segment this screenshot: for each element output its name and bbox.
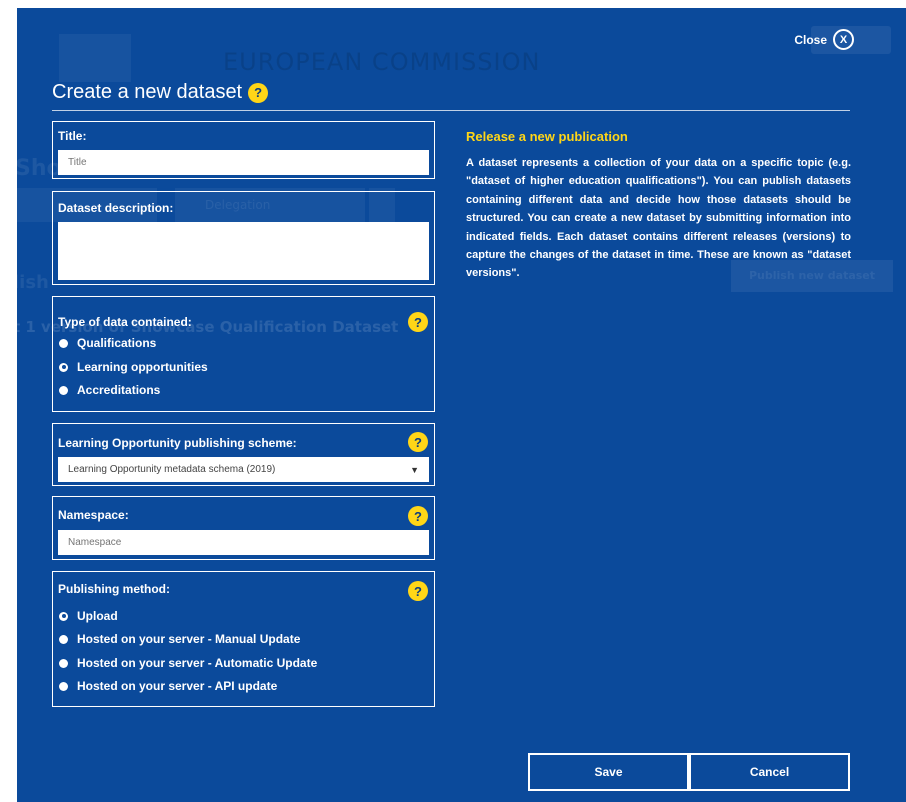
scheme-panel: Learning Opportunity publishing scheme: …: [52, 423, 435, 486]
radio-api-update[interactable]: Hosted on your server - API update: [59, 679, 277, 693]
close-icon[interactable]: X: [833, 29, 854, 50]
namespace-label: Namespace:: [58, 508, 129, 522]
title-label: Title:: [58, 129, 87, 143]
radio-button-selected[interactable]: [59, 362, 68, 372]
background-publish-heading: lish: [17, 272, 49, 293]
scheme-select[interactable]: Learning Opportunity metadata schema (20…: [58, 457, 429, 482]
radio-accreditations[interactable]: Accreditations: [59, 383, 160, 397]
create-dataset-modal: EUROPEAN COMMISSION Sho Delegation lish …: [17, 8, 906, 802]
publishing-method-label: Publishing method:: [58, 582, 170, 596]
description-panel: Dataset description:: [52, 191, 435, 285]
data-type-label: Type of data contained:: [58, 315, 192, 329]
title-divider: [52, 110, 850, 111]
data-type-panel: Type of data contained: ? Qualifications…: [52, 296, 435, 412]
radio-qualifications[interactable]: Qualifications: [59, 336, 156, 350]
title-input[interactable]: [58, 150, 429, 175]
radio-button[interactable]: [59, 338, 68, 348]
page-title-text: Create a new dataset: [52, 81, 243, 103]
radio-label: Hosted on your server - Automatic Update: [77, 656, 318, 670]
info-body: A dataset represents a collection of you…: [466, 157, 851, 280]
radio-label: Hosted on your server - API update: [77, 679, 278, 693]
radio-label: Learning opportunities: [77, 360, 208, 374]
cancel-button[interactable]: Cancel: [689, 753, 850, 791]
title-panel: Title:: [52, 121, 435, 179]
publishing-method-help-icon[interactable]: ?: [408, 581, 428, 601]
namespace-panel: Namespace: ?: [52, 496, 435, 560]
page-title: Create a new dataset ?: [52, 81, 269, 104]
description-textarea[interactable]: [58, 222, 429, 280]
publishing-method-panel: Publishing method: ? Upload Hosted on yo…: [52, 571, 435, 707]
radio-button[interactable]: [59, 681, 68, 691]
scheme-help-icon[interactable]: ?: [408, 432, 428, 452]
scheme-label: Learning Opportunity publishing scheme:: [58, 436, 297, 450]
radio-label: Accreditations: [77, 383, 161, 397]
background-logo: [59, 34, 131, 82]
close-control[interactable]: Close X: [794, 29, 854, 50]
scheme-selected-value: Learning Opportunity metadata schema (20…: [68, 464, 276, 475]
help-icon[interactable]: ?: [248, 82, 269, 103]
radio-automatic-update[interactable]: Hosted on your server - Automatic Update: [59, 656, 317, 670]
radio-manual-update[interactable]: Hosted on your server - Manual Update: [59, 632, 300, 646]
radio-upload[interactable]: Upload: [59, 609, 118, 623]
chevron-down-icon: ▼: [410, 464, 419, 475]
radio-button[interactable]: [59, 658, 68, 668]
namespace-input[interactable]: [58, 530, 429, 555]
radio-label: Hosted on your server - Manual Update: [77, 632, 301, 646]
background-brand-text: EUROPEAN COMMISSION: [223, 48, 541, 76]
save-button[interactable]: Save: [528, 753, 689, 791]
radio-button[interactable]: [59, 385, 68, 395]
radio-label: Qualifications: [77, 336, 157, 350]
description-label: Dataset description:: [58, 201, 174, 215]
radio-learning-opportunities[interactable]: Learning opportunities: [59, 360, 208, 374]
info-title: Release a new publication: [466, 129, 628, 144]
namespace-help-icon[interactable]: ?: [408, 506, 428, 526]
data-type-help-icon[interactable]: ?: [408, 312, 428, 332]
radio-button[interactable]: [59, 634, 68, 644]
radio-button-selected[interactable]: [59, 611, 68, 621]
radio-label: Upload: [77, 609, 118, 623]
close-label: Close: [794, 32, 827, 47]
